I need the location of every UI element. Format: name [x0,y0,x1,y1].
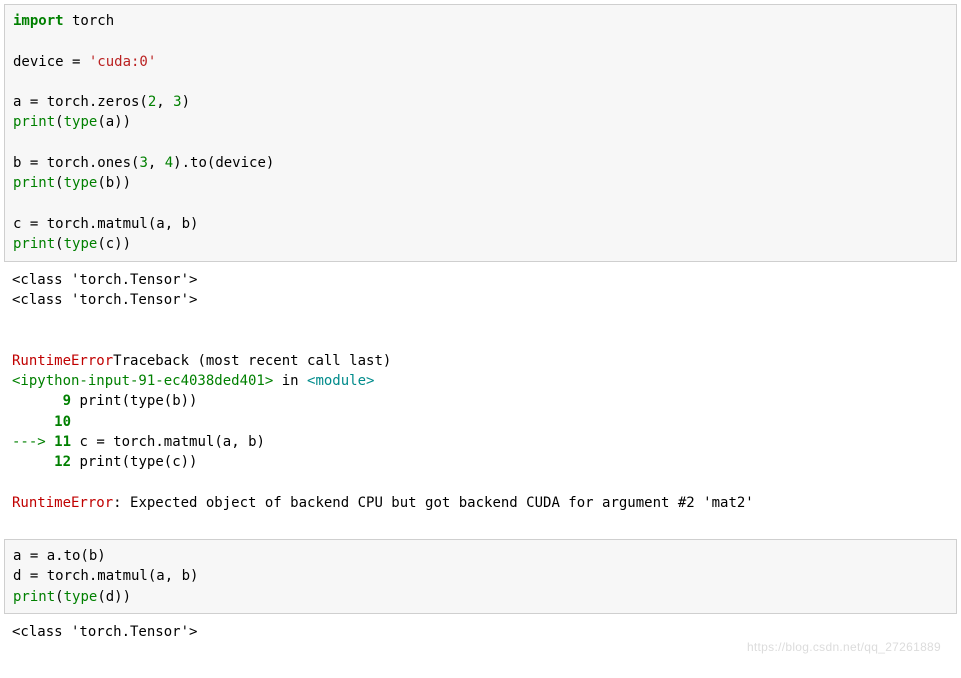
output-cell-1: <class 'torch.Tensor'> <class 'torch.Ten… [4,266,957,520]
builtin-print: print [13,175,55,191]
traceback-code: print [71,454,122,470]
stdout-line: <class 'torch.Tensor'> [12,624,197,640]
code-text: (b)) [97,175,131,191]
traceback-code: . [155,434,163,450]
traceback-code: matmul [164,434,215,450]
output-cell-2: <class 'torch.Tensor'> [4,618,957,648]
traceback-lineno: 9 [63,393,71,409]
code-text: , [148,155,165,171]
code-text: ) [182,94,190,110]
number-literal: 3 [139,155,147,171]
traceback-code: ( [164,454,172,470]
code-text: ( [55,236,63,252]
traceback-arrow: ---> [12,434,54,450]
traceback-lineno: 12 [54,454,71,470]
builtin-type: type [64,236,98,252]
code-text: ( [55,114,63,130]
number-literal: 4 [165,155,173,171]
traceback-code: torch [105,434,156,450]
traceback-code: b [240,434,257,450]
number-literal: 3 [173,94,181,110]
traceback-code: type [130,393,164,409]
traceback-code: ( [122,393,130,409]
string-literal: 'cuda:0' [89,54,156,70]
code-text: (c)) [97,236,131,252]
builtin-type: type [64,175,98,191]
traceback-lineno: 10 [54,414,71,430]
stdout-line: <class 'torch.Tensor'> [12,292,197,308]
traceback-code: , [231,434,239,450]
code-cell-1[interactable]: import torch device = 'cuda:0' a = torch… [4,4,957,262]
traceback-module: <module> [307,373,374,389]
traceback-code: c [71,434,96,450]
code-text: d = torch.matmul [13,568,148,584]
code-text: ( [55,175,63,191]
traceback-code: )) [181,454,198,470]
traceback-code: ( [164,393,172,409]
code-text: (a)) [97,114,131,130]
builtin-type: type [64,114,98,130]
builtin-print: print [13,589,55,605]
traceback-error-name: RuntimeError [12,495,113,511]
traceback-in: in [273,373,307,389]
traceback-error-name: RuntimeError [12,353,113,369]
traceback-code: a [223,434,231,450]
traceback-lineno: 11 [54,434,71,450]
traceback-code: print [71,393,122,409]
builtin-print: print [13,114,55,130]
traceback-error-msg: : Expected object of backend CPU but got… [113,495,754,511]
traceback-code: type [130,454,164,470]
code-cell-2[interactable]: a = a.to(b) d = torch.matmul(a, b) print… [4,539,957,614]
code-text: , [156,94,173,110]
traceback-code: b [172,393,180,409]
traceback-code: = [96,434,104,450]
traceback-code: ) [257,434,265,450]
code-text: b = torch.ones( [13,155,139,171]
builtin-print: print [13,236,55,252]
stdout-line: <class 'torch.Tensor'> [12,272,197,288]
code-text: (d)) [97,589,131,605]
kw-import: import [13,13,64,29]
code-text: a = torch.zeros( [13,94,148,110]
code-text: torch [64,13,115,29]
code-text: c = torch.matmul(a, b) [13,216,198,232]
code-text: device = [13,54,89,70]
code-text: ( [55,589,63,605]
code-text: a = a.to(b) [13,548,106,564]
traceback-code: ( [214,434,222,450]
code-text: (a, b) [148,568,199,584]
traceback-header: Traceback (most recent call last) [113,353,391,369]
traceback-code: )) [181,393,198,409]
code-text: ).to(device) [173,155,274,171]
traceback-code: c [172,454,180,470]
traceback-code: ( [122,454,130,470]
builtin-type: type [64,589,98,605]
traceback-file: <ipython-input-91-ec4038ded401> [12,373,273,389]
